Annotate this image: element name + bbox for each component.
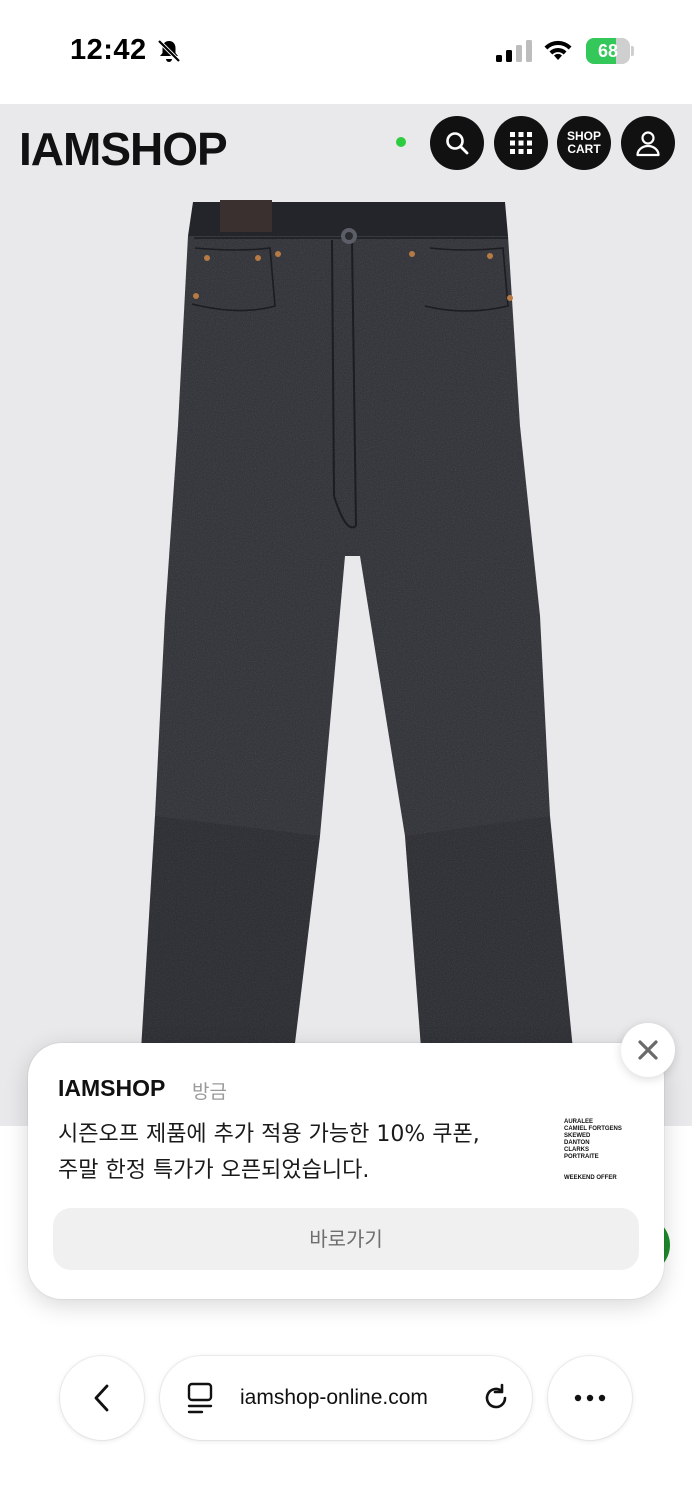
notification-go-button[interactable]: 바로가기: [53, 1208, 639, 1270]
thumbnail-brand: CAMIEL FORTGENS: [564, 1126, 622, 1132]
cellular-signal-icon: [496, 40, 532, 62]
search-button[interactable]: [430, 116, 484, 170]
notification-close-button[interactable]: [621, 1023, 675, 1077]
page-menu-icon[interactable]: [186, 1382, 216, 1414]
category-menu-button[interactable]: [494, 116, 548, 170]
close-icon: [638, 1040, 658, 1060]
notification-body-line1: 시즌오프 제품에 추가 적용 가능한 10% 쿠폰,: [58, 1122, 480, 1147]
product-image-jeans[interactable]: [120, 196, 580, 1116]
cart-label-line2: CART: [567, 142, 601, 156]
address-bar[interactable]: iamshop-online.com: [160, 1356, 532, 1440]
notification-body: 시즌오프 제품에 추가 적용 가능한 10% 쿠폰, 주말 한정 특가가 오픈되…: [58, 1117, 548, 1189]
status-bar: 12:42 68: [0, 0, 692, 104]
reload-icon[interactable]: [480, 1382, 512, 1414]
push-notification[interactable]: IAMSHOP 방금 시즌오프 제품에 추가 적용 가능한 10% 쿠폰, 주말…: [28, 1043, 664, 1299]
thumbnail-brand: AURALEE: [564, 1119, 594, 1125]
notification-body-line2: 주말 한정 특가가 오픈되었습니다.: [58, 1158, 370, 1183]
site-logo[interactable]: IAMSHOP: [19, 122, 228, 176]
thumbnail-offer: WEEKEND OFFER: [564, 1175, 617, 1181]
thumbnail-brand: CLARKS: [564, 1147, 589, 1153]
more-icon: [574, 1394, 606, 1402]
account-button[interactable]: [621, 116, 675, 170]
battery-percent: 68: [597, 41, 619, 61]
thumbnail-brand-list: AURALEE CAMIEL FORTGENS SKEWED DANTON CL…: [564, 1119, 622, 1161]
shop-cart-button[interactable]: SHOP CART: [557, 116, 611, 170]
chevron-left-icon: [94, 1384, 109, 1412]
user-icon: [636, 131, 660, 157]
bell-slash-icon: [157, 39, 181, 63]
wifi-icon: [544, 40, 572, 60]
grid-menu-icon: [510, 132, 532, 154]
more-button[interactable]: [548, 1356, 632, 1440]
url-text: iamshop-online.com: [240, 1386, 428, 1409]
thumbnail-brand: DANTON: [564, 1140, 590, 1146]
search-icon: [446, 132, 469, 155]
notification-time: 방금: [192, 1081, 227, 1103]
status-time: 12:42: [70, 34, 147, 66]
thumbnail-brand: SKEWED: [564, 1133, 591, 1139]
notification-app-name: IAMSHOP: [58, 1075, 166, 1101]
notification-thumbnail: AURALEE CAMIEL FORTGENS SKEWED DANTON CL…: [558, 1113, 638, 1193]
thumbnail-brand: PORTRAITE: [564, 1154, 599, 1160]
battery-charging-icon: 68: [586, 38, 634, 64]
back-button[interactable]: [60, 1356, 144, 1440]
online-status-dot: [396, 137, 406, 147]
browser-toolbar: iamshop-online.com: [0, 1328, 692, 1500]
